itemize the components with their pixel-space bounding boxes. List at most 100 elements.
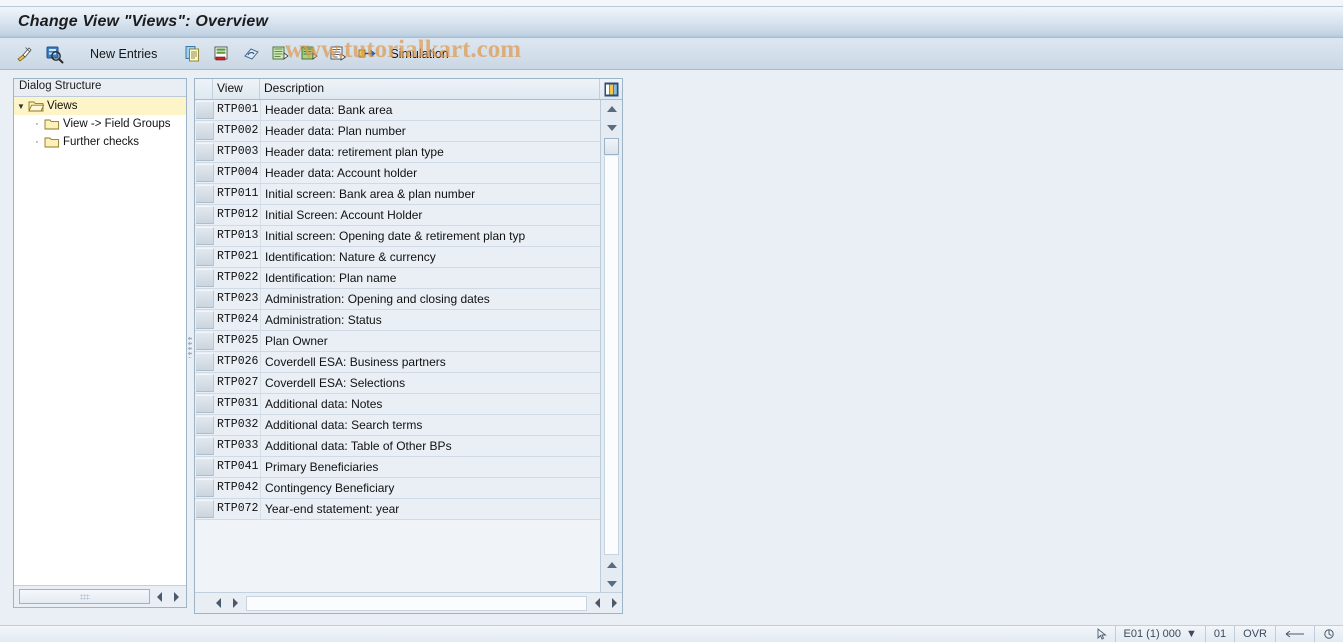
select-all-column-header[interactable] [195, 79, 213, 99]
row-select-button[interactable] [196, 101, 214, 119]
cell-view[interactable]: RTP025 [214, 331, 261, 351]
row-select-button[interactable] [196, 248, 214, 266]
cell-description[interactable]: Header data: Account holder [261, 163, 600, 183]
table-row[interactable]: RTP001 Header data: Bank area [195, 100, 600, 121]
scroll-down-button[interactable] [601, 118, 622, 136]
row-select-button[interactable] [196, 122, 214, 140]
cell-view[interactable]: RTP023 [214, 289, 261, 309]
cell-description[interactable]: Coverdell ESA: Selections [261, 373, 600, 393]
sidebar-horizontal-scrollbar[interactable] [19, 589, 150, 604]
row-select-button[interactable] [196, 290, 214, 308]
page-down-button[interactable] [601, 574, 622, 592]
row-select-button[interactable] [196, 374, 214, 392]
table-row[interactable]: RTP022 Identification: Plan name [195, 268, 600, 289]
table-row[interactable]: RTP041 Primary Beneficiaries [195, 457, 600, 478]
cell-view[interactable]: RTP002 [214, 121, 261, 141]
column-header-description[interactable]: Description [260, 79, 600, 99]
table-row[interactable]: RTP025 Plan Owner [195, 331, 600, 352]
cell-view[interactable]: RTP032 [214, 415, 261, 435]
cell-description[interactable]: Additional data: Table of Other BPs [261, 436, 600, 456]
cell-view[interactable]: RTP011 [214, 184, 261, 204]
cell-description[interactable]: Initial Screen: Account Holder [261, 205, 600, 225]
page-minus-icon[interactable] [211, 43, 233, 65]
cell-description[interactable]: Additional data: Notes [261, 394, 600, 414]
page-up-button[interactable] [601, 556, 622, 574]
column-header-view[interactable]: View [213, 79, 260, 99]
transport-arrow-icon[interactable] [356, 43, 378, 65]
row-select-button[interactable] [196, 164, 214, 182]
cell-description[interactable]: Header data: Bank area [261, 100, 600, 120]
table-row[interactable]: RTP002 Header data: Plan number [195, 121, 600, 142]
splitter-grip[interactable] [188, 336, 192, 358]
row-select-button[interactable] [196, 185, 214, 203]
cell-description[interactable]: Year-end statement: year [261, 499, 600, 519]
cell-description[interactable]: Plan Owner [261, 331, 600, 351]
expand-collapse-icon[interactable]: ▼ [14, 102, 28, 111]
table-row[interactable]: RTP042 Contingency Beneficiary [195, 478, 600, 499]
cell-description[interactable]: Identification: Plan name [261, 268, 600, 288]
undo-arrow-icon[interactable] [240, 43, 262, 65]
page-prev-icon[interactable] [269, 43, 291, 65]
tree-item-views[interactable]: ▼ Views [14, 97, 186, 115]
table-settings-icon[interactable] [600, 79, 622, 99]
cell-view[interactable]: RTP027 [214, 373, 261, 393]
table-row[interactable]: RTP023 Administration: Opening and closin… [195, 289, 600, 310]
table-row[interactable]: RTP032 Additional data: Search terms [195, 415, 600, 436]
status-resize-handle-right[interactable] [1314, 626, 1343, 642]
row-select-button[interactable] [196, 395, 214, 413]
cell-view[interactable]: RTP012 [214, 205, 261, 225]
status-resize-handle-left[interactable] [1275, 626, 1314, 642]
cell-view[interactable]: RTP003 [214, 142, 261, 162]
simulation-button[interactable]: Simulation [385, 47, 453, 61]
hscroll-right-button[interactable] [227, 596, 243, 611]
panel-splitter[interactable] [187, 78, 194, 608]
cell-description[interactable]: Initial screen: Opening date & retiremen… [261, 226, 600, 246]
cell-view[interactable]: RTP072 [214, 499, 261, 519]
row-select-button[interactable] [196, 416, 214, 434]
cell-view[interactable]: RTP004 [214, 163, 261, 183]
scroll-right-button[interactable] [168, 589, 184, 604]
copy-pages-icon[interactable] [182, 43, 204, 65]
row-select-button[interactable] [196, 143, 214, 161]
vertical-scrollbar-thumb[interactable] [604, 138, 619, 155]
cell-description[interactable]: Identification: Nature & currency [261, 247, 600, 267]
table-row[interactable]: RTP013 Initial screen: Opening date & ret… [195, 226, 600, 247]
row-select-button[interactable] [196, 500, 214, 518]
cell-view[interactable]: RTP013 [214, 226, 261, 246]
tree-item-view-field-groups[interactable]: · View -> Field Groups [14, 115, 186, 133]
cell-description[interactable]: Coverdell ESA: Business partners [261, 352, 600, 372]
table-row[interactable]: RTP003 Header data: retirement plan type [195, 142, 600, 163]
table-row[interactable]: RTP026 Coverdell ESA: Business partners [195, 352, 600, 373]
cell-description[interactable]: Header data: retirement plan type [261, 142, 600, 162]
scroll-up-button[interactable] [601, 100, 622, 118]
row-select-button[interactable] [196, 458, 214, 476]
table-row[interactable]: RTP072 Year-end statement: year [195, 499, 600, 520]
cell-view[interactable]: RTP024 [214, 310, 261, 330]
row-select-button[interactable] [196, 353, 214, 371]
table-row[interactable]: RTP031 Additional data: Notes [195, 394, 600, 415]
cell-view[interactable]: RTP041 [214, 457, 261, 477]
display-change-icon[interactable] [14, 43, 36, 65]
cell-description[interactable]: Primary Beneficiaries [261, 457, 600, 477]
table-row[interactable]: RTP011 Initial screen: Bank area & plan n… [195, 184, 600, 205]
page-list-icon[interactable] [327, 43, 349, 65]
table-row[interactable]: RTP021 Identification: Nature & currency [195, 247, 600, 268]
row-select-button[interactable] [196, 332, 214, 350]
cell-description[interactable]: Additional data: Search terms [261, 415, 600, 435]
new-entries-button[interactable]: New Entries [85, 47, 162, 61]
cell-view[interactable]: RTP031 [214, 394, 261, 414]
cell-description[interactable]: Header data: Plan number [261, 121, 600, 141]
vertical-scrollbar-track[interactable] [604, 156, 619, 555]
cell-view[interactable]: RTP021 [214, 247, 261, 267]
table-vertical-scrollbar[interactable] [600, 100, 622, 592]
hscroll-right-button-2[interactable] [606, 596, 622, 611]
row-select-button[interactable] [196, 206, 214, 224]
table-row[interactable]: RTP024 Administration: Status [195, 310, 600, 331]
status-dropdown-icon[interactable]: ▼ [1186, 628, 1197, 640]
cell-view[interactable]: RTP001 [214, 100, 261, 120]
row-select-button[interactable] [196, 311, 214, 329]
row-select-button[interactable] [196, 479, 214, 497]
page-next-icon[interactable] [298, 43, 320, 65]
row-select-button[interactable] [196, 437, 214, 455]
scroll-left-button[interactable] [152, 589, 168, 604]
